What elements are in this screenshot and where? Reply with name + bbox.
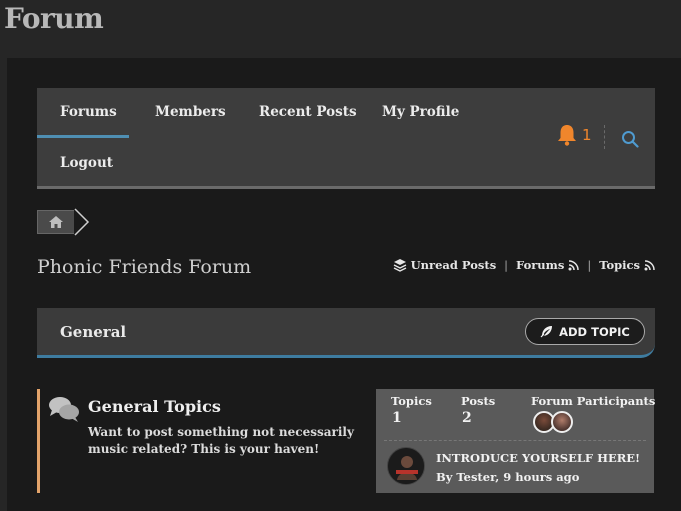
bell-icon[interactable] <box>556 123 578 147</box>
search-icon[interactable] <box>621 130 639 148</box>
forum-links: Unread Posts | Forums | Topics <box>393 258 655 272</box>
section-title: General <box>60 323 127 341</box>
participant-avatar[interactable] <box>551 411 573 433</box>
forums-feed-link[interactable]: Forums <box>516 258 564 272</box>
participants-label: Forum Participants <box>531 394 656 408</box>
breadcrumb-home[interactable] <box>37 210 74 234</box>
home-icon <box>49 216 63 228</box>
feather-icon <box>540 326 553 338</box>
nav-forums[interactable]: Forums <box>60 104 117 120</box>
forum-row: General Topics Want to post something no… <box>37 389 371 493</box>
nav-logout[interactable]: Logout <box>60 155 113 171</box>
forum-description: Want to post something not necessarily m… <box>88 425 354 456</box>
last-post-title-link[interactable]: INTRODUCE YOURSELF HERE! <box>436 451 640 465</box>
last-post-avatar[interactable] <box>387 447 425 485</box>
stats-divider <box>384 440 646 441</box>
link-divider: | <box>587 258 592 272</box>
breadcrumb-separator-icon <box>74 208 90 236</box>
active-tab-indicator <box>37 135 129 138</box>
page-title: Forum <box>4 2 104 35</box>
topics-count: 1 <box>392 410 402 426</box>
forum-stats: Topics 1 Posts 2 Forum Participants INTR… <box>376 389 656 493</box>
last-post-meta: By Tester, 9 hours ago <box>436 470 580 484</box>
add-topic-button[interactable]: ADD TOPIC <box>525 318 645 345</box>
layers-icon <box>393 259 406 272</box>
rss-icon[interactable] <box>568 259 580 271</box>
topics-label: Topics <box>391 394 432 408</box>
nav-divider <box>604 125 605 149</box>
nav-my-profile[interactable]: My Profile <box>382 104 459 120</box>
link-divider: | <box>504 258 509 272</box>
unread-posts-link[interactable]: Unread Posts <box>411 258 497 272</box>
notification-count: 1 <box>582 126 592 144</box>
section-header: General ADD TOPIC <box>37 308 655 358</box>
nav-members[interactable]: Members <box>155 104 226 120</box>
posts-label: Posts <box>461 394 496 408</box>
chat-bubbles-icon <box>49 397 79 422</box>
rss-icon[interactable] <box>644 259 655 271</box>
forum-name: Phonic Friends Forum <box>37 256 252 278</box>
add-topic-label: ADD TOPIC <box>559 324 630 339</box>
topics-feed-link[interactable]: Topics <box>599 258 640 272</box>
posts-count: 2 <box>462 410 472 426</box>
forum-nav: Forums Members Recent Posts My Profile L… <box>37 88 655 189</box>
forum-title-link[interactable]: General Topics <box>88 397 221 416</box>
avatar-image <box>388 448 424 484</box>
nav-recent-posts[interactable]: Recent Posts <box>259 104 357 120</box>
